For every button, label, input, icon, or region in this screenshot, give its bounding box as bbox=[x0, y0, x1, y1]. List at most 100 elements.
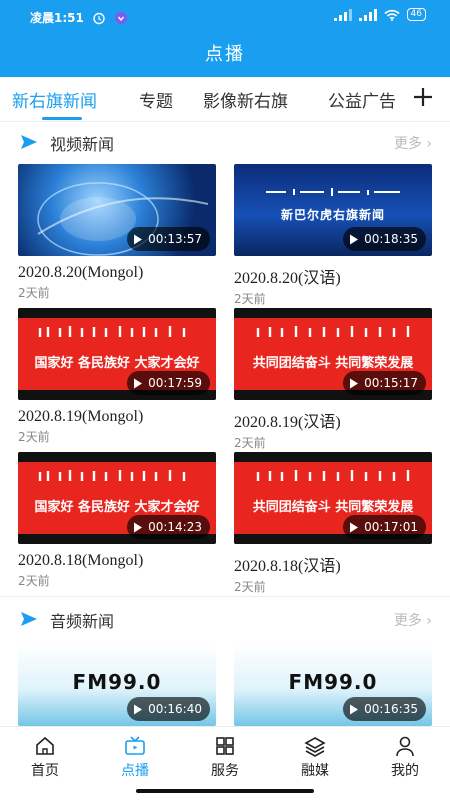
section-header-audio-news: 音频新闻 更多 › bbox=[0, 600, 450, 640]
mongolian-script-graphic bbox=[38, 326, 186, 337]
video-card[interactable]: 新巴尔虎右旗新闻 00:18:35 2020.8.20(汉语) 2天前 bbox=[234, 164, 432, 307]
add-tab-icon[interactable] bbox=[412, 85, 434, 109]
video-thumbnail[interactable]: 共同团结奋斗 共同繁荣发展 00:15:17 bbox=[234, 308, 432, 400]
video-thumbnail[interactable]: 新巴尔虎右旗新闻 00:18:35 bbox=[234, 164, 432, 256]
tab-xinyouqi-news[interactable]: 新右旗新闻 bbox=[12, 87, 97, 112]
audio-thumbnail[interactable]: FM99.0 00:16:40 bbox=[18, 644, 216, 726]
video-title[interactable]: 2020.8.20(Mongol) bbox=[18, 264, 216, 282]
page-title: 点播 bbox=[205, 44, 245, 65]
divider bbox=[0, 121, 450, 122]
video-card[interactable]: 国家好 各民族好 大家才会好 00:14:23 2020.8.18(Mongol… bbox=[18, 452, 216, 589]
grid-icon bbox=[216, 737, 234, 755]
layers-icon bbox=[304, 737, 326, 757]
thumbnail-caption: 国家好 各民族好 大家才会好 bbox=[34, 500, 200, 515]
duration-badge: 00:17:01 bbox=[343, 515, 426, 539]
send-arrow-icon bbox=[21, 612, 37, 626]
thumbnail-caption: 国家好 各民族好 大家才会好 bbox=[34, 356, 200, 371]
nav-home[interactable]: 首页 bbox=[15, 735, 75, 780]
play-icon bbox=[134, 522, 143, 532]
home-indicator[interactable] bbox=[136, 789, 314, 793]
play-icon bbox=[350, 522, 359, 532]
section-title: 视频新闻 bbox=[50, 135, 115, 154]
play-icon bbox=[134, 378, 143, 388]
mongolian-script-graphic bbox=[266, 188, 400, 196]
signal-icon-2 bbox=[358, 8, 377, 21]
duration-badge: 00:17:59 bbox=[127, 371, 210, 395]
play-icon bbox=[134, 704, 143, 714]
video-date: 2天前 bbox=[234, 436, 266, 450]
duration-badge: 00:16:40 bbox=[127, 697, 210, 721]
alarm-icon bbox=[93, 12, 105, 24]
duration-badge: 00:16:35 bbox=[343, 697, 426, 721]
video-title[interactable]: 2020.8.19(汉语) bbox=[234, 408, 432, 432]
battery-indicator: 46 bbox=[406, 8, 426, 21]
chevron-right-icon: › bbox=[426, 613, 432, 629]
video-date: 2天前 bbox=[234, 292, 266, 306]
status-time: 凌晨1:51 bbox=[30, 11, 84, 25]
video-card[interactable]: 共同团结奋斗 共同繁荣发展 00:15:17 2020.8.19(汉语) 2天前 bbox=[234, 308, 432, 451]
duration-badge: 00:18:35 bbox=[343, 227, 426, 251]
send-arrow-icon bbox=[21, 135, 37, 149]
app-header: 凌晨1:51 46 点播 bbox=[0, 0, 450, 77]
video-date: 2天前 bbox=[18, 430, 50, 444]
thumbnail-caption: 新巴尔虎右旗新闻 bbox=[280, 208, 385, 222]
nav-services[interactable]: 服务 bbox=[195, 735, 255, 780]
video-thumbnail[interactable]: 国家好 各民族好 大家才会好 00:17:59 bbox=[18, 308, 216, 400]
thumbnail-caption: 共同团结奋斗 共同繁荣发展 bbox=[252, 500, 414, 515]
video-title[interactable]: 2020.8.18(Mongol) bbox=[18, 552, 216, 570]
audio-card[interactable]: FM99.0 00:16:40 bbox=[18, 644, 216, 726]
play-icon bbox=[350, 704, 359, 714]
video-card[interactable]: 国家好 各民族好 大家才会好 00:17:59 2020.8.19(Mongol… bbox=[18, 308, 216, 445]
wifi-icon bbox=[383, 9, 400, 21]
fm-label: FM99.0 bbox=[288, 670, 378, 694]
nav-media[interactable]: 融媒 bbox=[285, 735, 345, 780]
mongolian-script-graphic bbox=[38, 470, 186, 481]
mongolian-script-graphic bbox=[256, 326, 410, 337]
video-card[interactable]: 共同团结奋斗 共同繁荣发展 00:17:01 2020.8.18(汉语) 2天前 bbox=[234, 452, 432, 595]
chevron-right-icon: › bbox=[426, 136, 432, 152]
tab-video-xinyouqi[interactable]: 影像新右旗 bbox=[203, 87, 288, 112]
play-icon bbox=[350, 378, 359, 388]
signal-icon bbox=[333, 8, 352, 21]
mongolian-script-graphic bbox=[256, 470, 410, 481]
video-title[interactable]: 2020.8.18(汉语) bbox=[234, 552, 432, 576]
audio-card[interactable]: FM99.0 00:16:35 bbox=[234, 644, 432, 726]
more-link[interactable]: 更多 › bbox=[394, 133, 432, 153]
active-tab-indicator bbox=[42, 117, 82, 120]
category-tabs: 新右旗新闻 专题 影像新右旗 公益广告 bbox=[0, 77, 450, 121]
video-title[interactable]: 2020.8.19(Mongol) bbox=[18, 408, 216, 426]
tab-public-ads[interactable]: 公益广告 bbox=[328, 87, 396, 112]
thumbnail-band bbox=[234, 452, 432, 462]
video-date: 2天前 bbox=[18, 574, 50, 588]
section-header-video-news: 视频新闻 更多 › bbox=[0, 123, 450, 163]
home-icon bbox=[36, 736, 54, 755]
play-icon bbox=[134, 234, 143, 244]
tv-icon bbox=[125, 736, 145, 755]
section-title: 音频新闻 bbox=[50, 612, 115, 631]
audio-thumbnail[interactable]: FM99.0 00:16:35 bbox=[234, 644, 432, 726]
thumbnail-band bbox=[234, 308, 432, 318]
nav-on-demand[interactable]: 点播 bbox=[105, 735, 165, 780]
video-thumbnail[interactable]: 00:13:57 bbox=[18, 164, 216, 256]
user-icon bbox=[396, 736, 414, 757]
thumbnail-caption: 共同团结奋斗 共同繁荣发展 bbox=[252, 356, 414, 371]
duration-badge: 00:14:23 bbox=[127, 515, 210, 539]
video-thumbnail[interactable]: 共同团结奋斗 共同繁荣发展 00:17:01 bbox=[234, 452, 432, 544]
more-link[interactable]: 更多 › bbox=[394, 610, 432, 630]
tab-special-topics[interactable]: 专题 bbox=[139, 87, 173, 112]
status-bar: 凌晨1:51 46 bbox=[0, 0, 450, 32]
video-title[interactable]: 2020.8.20(汉语) bbox=[234, 264, 432, 288]
video-date: 2天前 bbox=[18, 286, 50, 300]
video-date: 2天前 bbox=[234, 580, 266, 594]
thumbnail-band bbox=[18, 308, 216, 318]
nav-mine[interactable]: 我的 bbox=[375, 735, 435, 780]
play-icon bbox=[350, 234, 359, 244]
notification-app-icon bbox=[114, 11, 127, 24]
video-thumbnail[interactable]: 国家好 各民族好 大家才会好 00:14:23 bbox=[18, 452, 216, 544]
fm-label: FM99.0 bbox=[72, 670, 162, 694]
divider bbox=[0, 596, 450, 597]
duration-badge: 00:13:57 bbox=[127, 227, 210, 251]
duration-badge: 00:15:17 bbox=[343, 371, 426, 395]
thumbnail-band bbox=[18, 452, 216, 462]
video-card[interactable]: 00:13:57 2020.8.20(Mongol) 2天前 bbox=[18, 164, 216, 301]
